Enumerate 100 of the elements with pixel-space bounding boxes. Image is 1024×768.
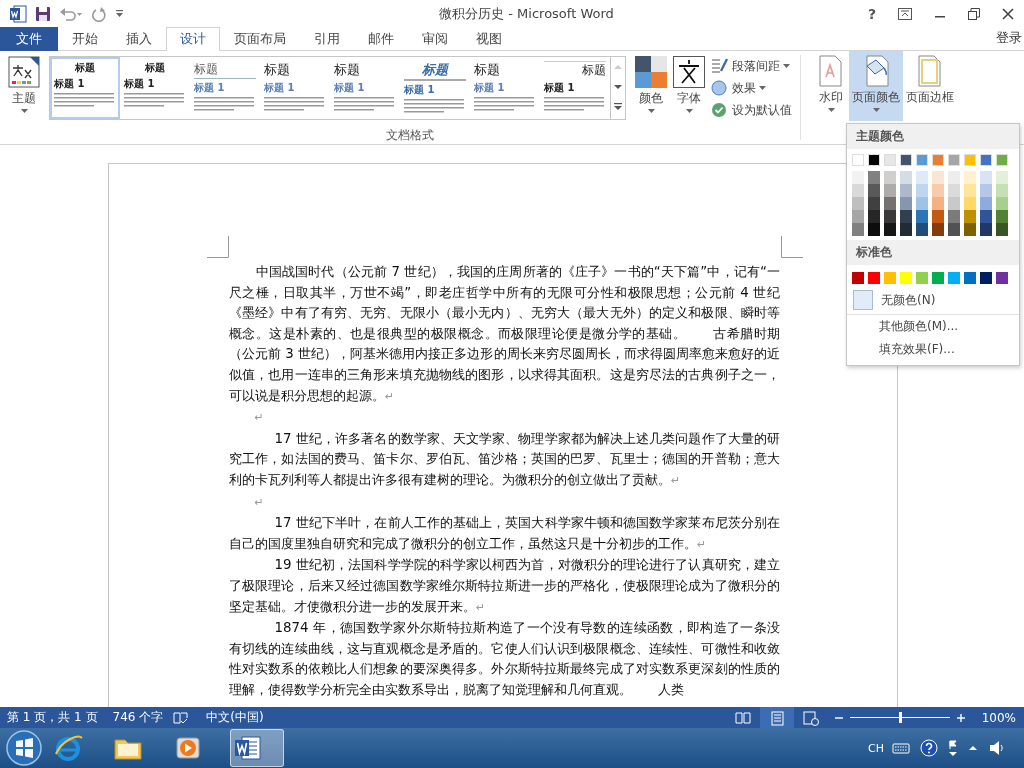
color-swatch[interactable] [900,171,912,184]
color-swatch[interactable] [964,197,976,210]
color-swatch[interactable] [964,184,976,197]
color-swatch[interactable] [900,184,912,197]
color-swatch[interactable] [916,223,928,236]
language-indicator[interactable]: 中文(中国) [199,709,272,726]
sign-in-link[interactable]: 登录 [996,27,1024,50]
word-count[interactable]: 746 个字 [105,709,172,726]
ribbon-tab[interactable]: 视图 [462,27,516,51]
color-swatch[interactable] [980,154,992,166]
flag-icon[interactable] [948,739,958,757]
color-swatch[interactable] [916,272,928,284]
color-swatch[interactable] [900,154,912,166]
color-swatch[interactable] [932,184,944,197]
color-swatch[interactable] [900,272,912,284]
style-thumbnail[interactable]: 标题 标题 1 [540,57,610,119]
ribbon-tab[interactable]: 引用 [300,27,354,51]
color-swatch[interactable] [932,223,944,236]
color-swatch[interactable] [964,171,976,184]
page-borders-button[interactable]: 页面边框 [903,51,957,121]
menu-item[interactable]: 无颜色(N) [881,291,936,309]
start-button-icon[interactable] [4,728,44,768]
theme-button[interactable]: 主题 [6,54,42,115]
style-thumbnail[interactable]: 标题 标题 1 [400,57,470,119]
menu-item[interactable]: 填充效果(F)... [879,341,955,358]
color-swatch[interactable] [996,272,1008,284]
color-swatch[interactable] [948,171,960,184]
color-swatch[interactable] [852,184,864,197]
color-swatch[interactable] [884,272,896,284]
ribbon-tab[interactable]: 设计 [166,27,220,51]
color-swatch[interactable] [964,272,976,284]
color-swatch[interactable] [916,184,928,197]
color-swatch[interactable] [980,184,992,197]
color-swatch[interactable] [964,223,976,236]
color-swatch[interactable] [868,184,880,197]
color-swatch[interactable] [900,197,912,210]
color-swatch[interactable] [948,210,960,223]
ribbon-tab[interactable]: 开始 [58,27,112,51]
color-swatch[interactable] [964,154,976,166]
keyboard-icon[interactable] [892,741,910,755]
speaker-icon[interactable] [988,740,1006,756]
color-swatch[interactable] [980,223,992,236]
input-language[interactable]: CH [868,741,884,755]
ribbon-display-icon[interactable] [898,7,912,20]
ribbon-tab[interactable]: 审阅 [408,27,462,51]
color-swatch[interactable] [884,171,896,184]
paragraph-spacing-button[interactable]: 段落间距 [709,56,794,76]
customize-caret-icon[interactable] [115,8,125,19]
show-hidden-icons-icon[interactable] [968,743,978,753]
help-icon[interactable] [920,739,938,757]
color-swatch[interactable] [916,210,928,223]
color-swatch[interactable] [916,154,928,166]
color-swatch[interactable] [948,197,960,210]
close-icon[interactable] [1002,7,1014,20]
fonts-button[interactable]: 字体 [671,54,707,120]
color-swatch[interactable] [932,197,944,210]
color-swatch[interactable] [868,210,880,223]
color-swatch[interactable] [884,223,896,236]
style-thumbnail[interactable]: 标题 标题 1 [330,57,400,119]
color-swatch[interactable] [852,210,864,223]
color-swatch[interactable] [900,210,912,223]
color-swatch[interactable] [996,171,1008,184]
color-swatch[interactable] [948,223,960,236]
save-icon[interactable] [35,5,51,22]
color-swatch[interactable] [996,197,1008,210]
style-thumbnail[interactable]: 标题 标题 1 [50,57,120,119]
undo-icon[interactable] [59,5,83,22]
menu-item[interactable]: 其他颜色(M)... [879,318,959,335]
color-swatch[interactable] [948,154,960,166]
color-swatch[interactable] [932,272,944,284]
color-swatch[interactable] [884,184,896,197]
color-swatch[interactable] [852,197,864,210]
color-swatch[interactable] [884,197,896,210]
color-swatch[interactable] [868,154,880,166]
page-color-button[interactable]: 页面颜色 [849,51,903,121]
color-swatch[interactable] [980,210,992,223]
word-app-icon[interactable] [9,4,27,23]
color-swatch[interactable] [980,171,992,184]
zoom-level[interactable]: 100% [971,710,1024,725]
watermark-button[interactable]: 水印 [813,51,849,121]
color-swatch[interactable] [884,154,896,166]
color-swatch[interactable] [868,223,880,236]
colors-button[interactable]: 颜色 [633,54,669,120]
color-swatch[interactable] [868,272,880,284]
set-as-default-button[interactable]: 设为默认值 [709,100,794,120]
color-swatch[interactable] [948,272,960,284]
taskbar-button[interactable] [230,729,284,767]
ribbon-tab[interactable]: 页面布局 [220,27,300,51]
style-thumbnail[interactable]: 标题 标题 1 [190,57,260,119]
color-swatch[interactable] [932,210,944,223]
effects-button[interactable]: 效果 [709,78,794,98]
color-swatch[interactable] [996,154,1008,166]
color-swatch[interactable] [932,154,944,166]
color-swatch[interactable] [852,171,864,184]
color-swatch[interactable] [948,184,960,197]
color-swatch[interactable] [884,210,896,223]
style-thumbnail[interactable]: 标题 标题 1 [120,57,190,119]
color-swatch[interactable] [852,223,864,236]
page-count[interactable]: 第 1 页，共 1 页 [0,709,106,726]
color-swatch[interactable] [996,223,1008,236]
